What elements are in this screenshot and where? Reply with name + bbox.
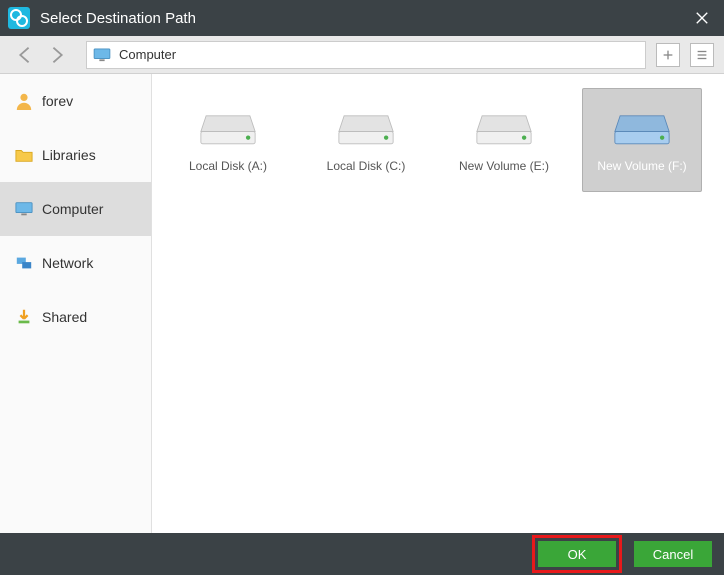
sidebar-item-shared[interactable]: Shared — [0, 290, 151, 344]
toolbar: Computer — [0, 36, 724, 74]
app-icon — [8, 7, 30, 29]
folder-icon — [14, 145, 34, 165]
drive-icon — [611, 107, 673, 149]
drive-item[interactable]: Local Disk (C:) — [306, 88, 426, 192]
body: forev Libraries Computer Network Shared — [0, 74, 724, 533]
drive-icon — [473, 107, 535, 149]
close-button[interactable] — [688, 4, 716, 32]
footer: OK Cancel — [0, 533, 724, 575]
plus-icon — [661, 48, 675, 62]
sidebar-item-label: Libraries — [42, 147, 96, 163]
sidebar-item-label: forev — [42, 93, 73, 109]
arrow-left-icon — [13, 44, 35, 66]
user-icon — [14, 91, 34, 111]
shared-icon — [14, 307, 34, 327]
titlebar: Select Destination Path — [0, 0, 724, 36]
drive-label: New Volume (E:) — [459, 159, 549, 173]
breadcrumb[interactable]: Computer — [86, 41, 646, 69]
sidebar-item-user[interactable]: forev — [0, 74, 151, 128]
close-icon — [695, 11, 709, 25]
window-title: Select Destination Path — [40, 10, 688, 27]
computer-icon — [14, 199, 34, 219]
instruction-highlight: OK — [532, 535, 622, 573]
sidebar-item-computer[interactable]: Computer — [0, 182, 151, 236]
sidebar-item-label: Network — [42, 255, 93, 271]
ok-button[interactable]: OK — [538, 541, 616, 567]
back-button[interactable] — [10, 41, 38, 69]
sidebar: forev Libraries Computer Network Shared — [0, 74, 152, 533]
drive-icon — [335, 107, 397, 149]
network-icon — [14, 253, 34, 273]
arrow-right-icon — [47, 44, 69, 66]
drive-label: Local Disk (A:) — [189, 159, 267, 173]
sidebar-item-libraries[interactable]: Libraries — [0, 128, 151, 182]
new-folder-button[interactable] — [656, 43, 680, 67]
breadcrumb-label: Computer — [119, 47, 176, 62]
list-icon — [695, 48, 709, 62]
sidebar-item-label: Shared — [42, 309, 87, 325]
sidebar-item-label: Computer — [42, 201, 103, 217]
drive-item-selected[interactable]: New Volume (F:) — [582, 88, 702, 192]
drive-item[interactable]: Local Disk (A:) — [168, 88, 288, 192]
computer-icon — [93, 48, 111, 62]
drive-label: New Volume (F:) — [597, 159, 686, 173]
drive-label: Local Disk (C:) — [327, 159, 406, 173]
drive-list: Local Disk (A:) Local Disk (C:) New Volu… — [152, 74, 724, 533]
view-list-button[interactable] — [690, 43, 714, 67]
drive-icon — [197, 107, 259, 149]
forward-button[interactable] — [44, 41, 72, 69]
sidebar-item-network[interactable]: Network — [0, 236, 151, 290]
cancel-button[interactable]: Cancel — [634, 541, 712, 567]
drive-item[interactable]: New Volume (E:) — [444, 88, 564, 192]
